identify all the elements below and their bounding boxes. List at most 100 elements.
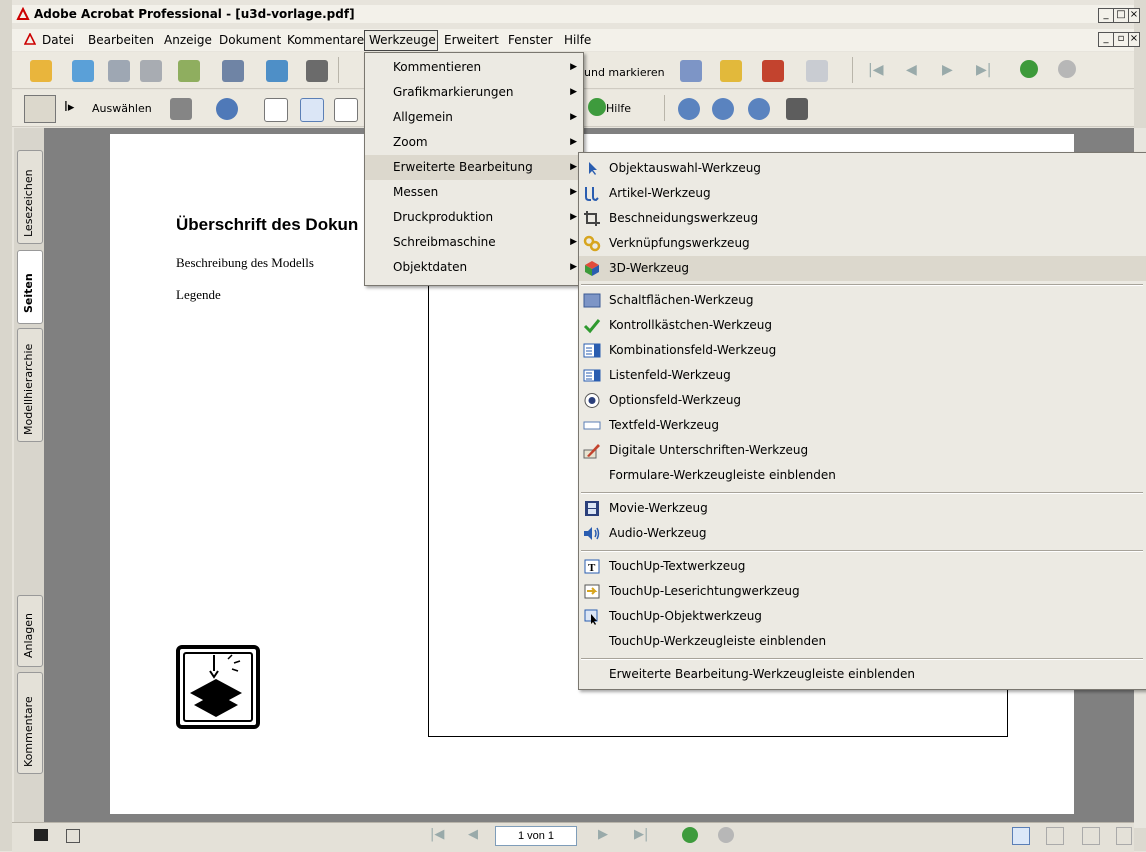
secure-lock-icon[interactable]	[720, 60, 742, 82]
menu-item-touchup-leserichtung[interactable]: TouchUp-Leserichtungwerkzeug	[579, 579, 1146, 604]
select-cursor-icon[interactable]: I▸	[64, 100, 74, 115]
open-icon[interactable]	[30, 60, 52, 82]
tab-modellhierarchie[interactable]: Modellhierarchie	[17, 328, 43, 442]
create-pdf-icon[interactable]	[178, 60, 200, 82]
menu-item-audio[interactable]: Audio-Werkzeug	[579, 521, 1146, 546]
hand-tool-icon[interactable]	[24, 95, 56, 123]
prev-page-icon[interactable]: ◀	[906, 62, 917, 78]
menu-item-erweiterte-leiste[interactable]: Erweiterte Bearbeitung-Werkzeugleiste ei…	[579, 662, 1146, 687]
menu-item-formulare-leiste[interactable]: Formulare-Werkzeugleiste einblenden	[579, 463, 1146, 488]
doc-close-button[interactable]: ×	[1128, 32, 1140, 47]
menu-item-grafikmarkierungen[interactable]: Grafikmarkierungen ▶	[365, 80, 583, 105]
facing-icon[interactable]	[1082, 827, 1100, 845]
panel-toggle-icon[interactable]	[66, 829, 80, 843]
menu-fenster[interactable]: Fenster	[508, 33, 553, 47]
menu-item-kommentieren[interactable]: Kommentieren ▶	[365, 55, 583, 80]
tab-lesezeichen-label: Lesezeichen	[22, 169, 35, 237]
organizer-icon[interactable]	[72, 60, 94, 82]
menu-bearbeiten[interactable]: Bearbeiten	[88, 33, 154, 47]
menu-item-druckproduktion[interactable]: Druckproduktion ▶	[365, 205, 583, 230]
snapshot-icon[interactable]	[170, 98, 192, 120]
menu-item-kombinationsfeld[interactable]: Kombinationsfeld-Werkzeug	[579, 338, 1146, 363]
menu-item-kontrollkaestchen[interactable]: Kontrollkästchen-Werkzeug	[579, 313, 1146, 338]
menu-item-touchup-objekt[interactable]: TouchUp-Objektwerkzeug	[579, 604, 1146, 629]
status-forward-icon[interactable]	[718, 827, 734, 843]
mark-label[interactable]: und markieren	[584, 66, 665, 79]
attach-icon[interactable]	[222, 60, 244, 82]
go-back-icon[interactable]	[1020, 60, 1038, 78]
find-icon[interactable]	[306, 60, 328, 82]
forms-icon[interactable]	[806, 60, 828, 82]
menu-item-textfeld[interactable]: Textfeld-Werkzeug	[579, 413, 1146, 438]
menu-item-artikel[interactable]: Artikel-Werkzeug	[579, 181, 1146, 206]
single-page-icon[interactable]	[1012, 827, 1030, 845]
help-label[interactable]: Hilfe	[606, 102, 631, 115]
menu-item-movie[interactable]: Movie-Werkzeug	[579, 496, 1146, 521]
actual-size-icon[interactable]	[264, 98, 288, 122]
status-prev-page-icon[interactable]: ◀	[468, 827, 478, 842]
status-back-icon[interactable]	[682, 827, 698, 843]
select-tool-label[interactable]: Auswählen	[92, 102, 152, 115]
menu-item-listenfeld[interactable]: Listenfeld-Werkzeug	[579, 363, 1146, 388]
email-icon[interactable]	[266, 60, 288, 82]
zoom-in-2-icon[interactable]	[678, 98, 700, 120]
next-page-icon[interactable]: ▶	[942, 62, 953, 78]
menu-separator	[581, 550, 1143, 552]
menu-item-3d-werkzeug[interactable]: 3D-Werkzeug	[579, 256, 1146, 281]
menu-item-erweiterte-bearbeitung[interactable]: Erweiterte Bearbeitung ▶	[365, 155, 583, 180]
go-forward-icon[interactable]	[1058, 60, 1076, 78]
doc-minimize-button[interactable]: _	[1098, 32, 1114, 47]
menu-dokument[interactable]: Dokument	[219, 33, 281, 47]
zoom-out-icon[interactable]	[712, 98, 734, 120]
menu-item-allgemein[interactable]: Allgemein ▶	[365, 105, 583, 130]
continuous-facing-icon[interactable]	[1116, 827, 1132, 845]
doc-restore-button[interactable]: ▫	[1113, 32, 1129, 47]
print-icon[interactable]	[140, 60, 162, 82]
menu-item-touchup-text[interactable]: T TouchUp-Textwerkzeug	[579, 554, 1146, 579]
fit-width-icon[interactable]	[334, 98, 358, 122]
sign-pen-icon[interactable]	[762, 60, 784, 82]
status-first-page-icon[interactable]: |◀	[430, 827, 444, 842]
menu-item-zoom[interactable]: Zoom ▶	[365, 130, 583, 155]
tab-seiten[interactable]: Seiten	[17, 250, 43, 324]
menu-item-verknuepfung[interactable]: Verknüpfungswerkzeug	[579, 231, 1146, 256]
help-icon[interactable]	[588, 98, 606, 116]
zoom-in-icon[interactable]	[216, 98, 238, 120]
save-icon[interactable]	[108, 60, 130, 82]
page-number-field[interactable]: 1 von 1	[495, 826, 577, 846]
submenu-arrow-icon: ▶	[570, 137, 577, 147]
status-last-page-icon[interactable]: ▶|	[634, 827, 648, 842]
menu-item-schaltflaechen[interactable]: Schaltflächen-Werkzeug	[579, 288, 1146, 313]
status-next-page-icon[interactable]: ▶	[598, 827, 608, 842]
menu-item-beschneidung[interactable]: Beschneidungswerkzeug	[579, 206, 1146, 231]
menu-anzeige[interactable]: Anzeige	[164, 33, 212, 47]
menu-item-label: Kombinationsfeld-Werkzeug	[609, 343, 777, 357]
page-thumb-icon[interactable]	[34, 829, 48, 841]
menu-item-objektdaten[interactable]: Objektdaten ▶	[365, 255, 583, 280]
tab-anlagen[interactable]: Anlagen	[17, 595, 43, 667]
menu-hilfe[interactable]: Hilfe	[564, 33, 591, 47]
fit-page-icon[interactable]	[300, 98, 324, 122]
first-page-icon[interactable]: |◀	[868, 62, 883, 78]
menu-item-objektauswahl[interactable]: Objektauswahl-Werkzeug	[579, 156, 1146, 181]
zoom-fit-icon[interactable]	[748, 98, 770, 120]
menu-erweitert[interactable]: Erweitert	[444, 33, 499, 47]
menu-item-digitale-unterschriften[interactable]: Digitale Unterschriften-Werkzeug	[579, 438, 1146, 463]
menu-item-touchup-leiste[interactable]: TouchUp-Werkzeugleiste einblenden	[579, 629, 1146, 654]
menu-item-label: Verknüpfungswerkzeug	[609, 236, 750, 250]
menu-werkzeuge[interactable]: Werkzeuge	[369, 33, 436, 47]
loupe-icon[interactable]	[786, 98, 808, 120]
menu-item-messen[interactable]: Messen ▶	[365, 180, 583, 205]
menu-item-optionsfeld[interactable]: Optionsfeld-Werkzeug	[579, 388, 1146, 413]
menu-item-schreibmaschine[interactable]: Schreibmaschine ▶	[365, 230, 583, 255]
menu-datei[interactable]: Datei	[42, 33, 74, 47]
tab-lesezeichen[interactable]: Lesezeichen	[17, 150, 43, 244]
minimize-button[interactable]: _	[1098, 8, 1114, 23]
maximize-button[interactable]: □	[1113, 8, 1129, 23]
last-page-icon[interactable]: ▶|	[976, 62, 991, 78]
comment-tool-icon[interactable]	[680, 60, 702, 82]
continuous-icon[interactable]	[1046, 827, 1064, 845]
close-button[interactable]: ×	[1128, 8, 1140, 23]
tab-kommentare[interactable]: Kommentare	[17, 672, 43, 774]
menu-kommentare[interactable]: Kommentare	[287, 33, 364, 47]
